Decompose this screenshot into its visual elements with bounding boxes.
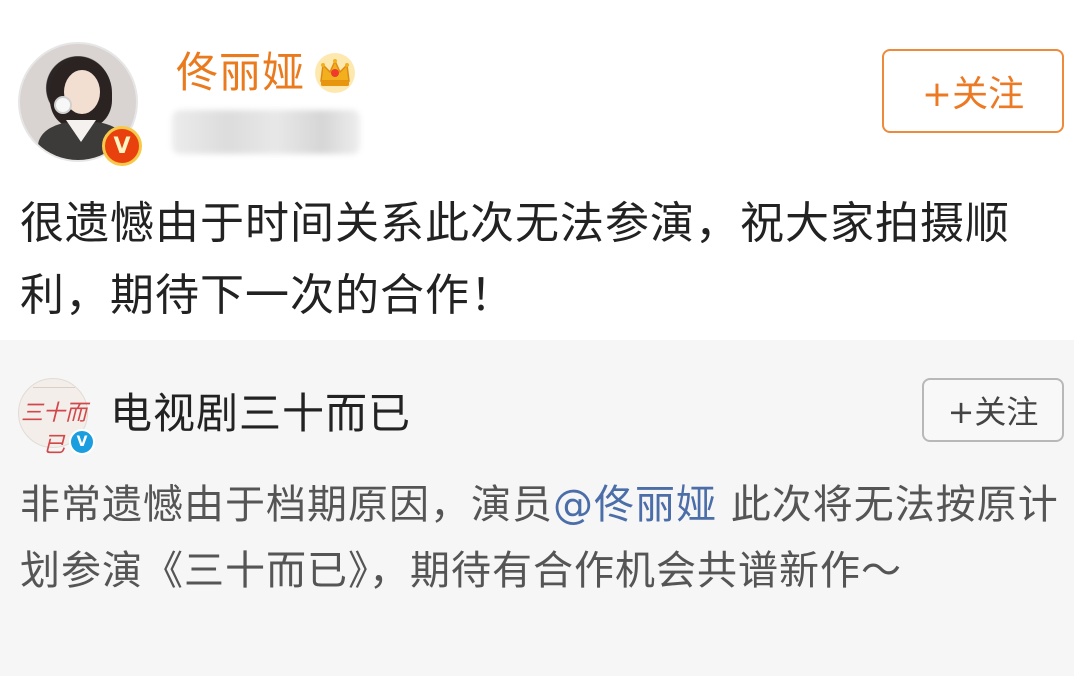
weibo-post: V 佟丽娅 +关注 很遗憾由于时间关系此次无法参演，祝大家拍摄顺利，期待下一次的…: [0, 0, 1074, 340]
reposted-card[interactable]: 三十而已 V 电视剧三十而已 +关注 非常遗憾由于档期原因，演员@佟丽娅 此次将…: [0, 340, 1074, 676]
verified-blue-v-icon: V: [69, 429, 95, 455]
repost-text-before: 非常遗憾由于档期原因，演员: [20, 482, 553, 528]
author-avatar[interactable]: V: [18, 42, 142, 166]
follow-button[interactable]: +关注: [882, 49, 1064, 133]
repost-follow-button[interactable]: +关注: [922, 378, 1064, 442]
post-text: 很遗憾由于时间关系此次无法参演，祝大家拍摄顺利，期待下一次的合作！: [20, 198, 1010, 321]
author-name-row: 佟丽娅: [176, 46, 357, 100]
repost-text: 非常遗憾由于档期原因，演员@佟丽娅 此次将无法按原计划参演《三十而已》，期待有合…: [20, 472, 1066, 604]
post-meta-blurred: [172, 110, 360, 154]
repost-author-avatar[interactable]: 三十而已 V: [18, 378, 95, 458]
repost-author-name[interactable]: 电视剧三十而已: [110, 388, 411, 440]
crown-icon: [315, 53, 356, 93]
mention-link[interactable]: @佟丽娅: [553, 482, 717, 528]
verified-v-icon: V: [102, 126, 142, 166]
author-name[interactable]: 佟丽娅: [176, 46, 305, 100]
